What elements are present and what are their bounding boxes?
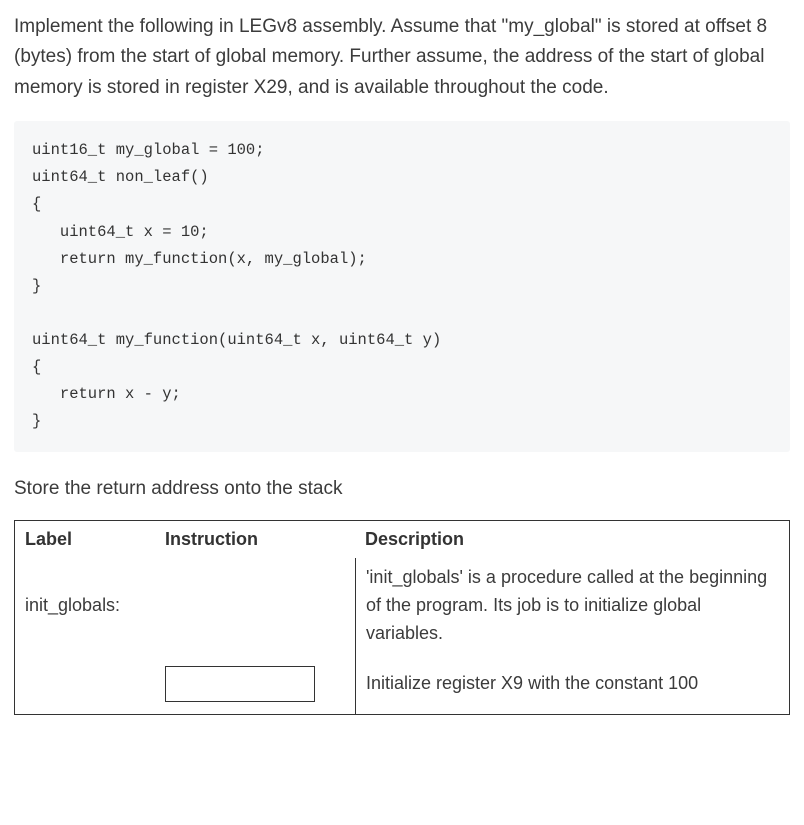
- code-block: uint16_t my_global = 100; uint64_t non_l…: [14, 121, 790, 451]
- header-instruction: Instruction: [155, 521, 355, 558]
- instruction-input[interactable]: [165, 666, 315, 702]
- cell-instruction-empty: [155, 558, 355, 654]
- cell-label-init-globals: init_globals:: [15, 558, 155, 654]
- cell-label-empty: [15, 654, 155, 714]
- table-header-row: Label Instruction Description: [15, 521, 789, 558]
- intro-paragraph: Implement the following in LEGv8 assembl…: [14, 12, 790, 103]
- header-description: Description: [355, 521, 789, 558]
- assembly-table: Label Instruction Description init_globa…: [14, 520, 790, 715]
- table-row: Initialize register X9 with the constant…: [15, 654, 789, 714]
- header-label: Label: [15, 521, 155, 558]
- cell-instruction-input: [155, 654, 355, 714]
- cell-description-x9: Initialize register X9 with the constant…: [355, 654, 789, 714]
- table-row: init_globals: 'init_globals' is a proced…: [15, 558, 789, 654]
- instruction-text: Store the return address onto the stack: [14, 474, 790, 504]
- cell-description-init-globals: 'init_globals' is a procedure called at …: [355, 558, 789, 654]
